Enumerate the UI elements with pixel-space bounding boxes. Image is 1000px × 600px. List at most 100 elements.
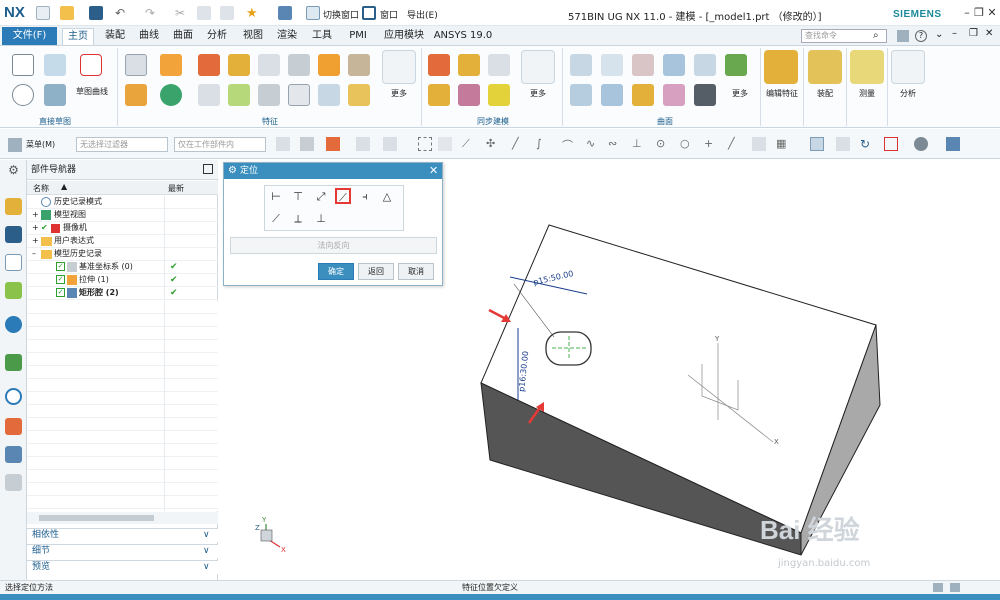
dependencies-panel[interactable]: 相依性 ∨ — [27, 528, 218, 542]
sketch-curve-label[interactable]: 草图曲线 — [72, 86, 112, 97]
restore-icon[interactable]: ❐ — [972, 6, 986, 20]
select-all-icon[interactable] — [300, 137, 314, 151]
save-icon[interactable] — [89, 6, 103, 20]
draft-icon[interactable] — [318, 84, 340, 106]
tab-curve[interactable]: 曲线 — [134, 28, 164, 45]
open-folder-icon[interactable] — [60, 6, 74, 20]
analysis-label[interactable]: 分析 — [891, 88, 925, 99]
window-label[interactable]: 窗口 — [380, 8, 398, 21]
tab-home[interactable]: 主页 — [62, 28, 94, 45]
column-name[interactable]: 名称 — [33, 183, 49, 194]
extrude-sketch-icon[interactable] — [44, 84, 66, 106]
tree-row[interactable]: 历史记录模式 — [27, 196, 218, 209]
pocket-icon[interactable] — [258, 54, 280, 76]
chevron-down-icon[interactable]: ∨ — [203, 529, 210, 542]
cut-icon[interactable]: ✂ — [175, 6, 189, 20]
assembly-label[interactable]: 装配 — [808, 88, 842, 99]
details-panel[interactable]: 细节 ∨ — [27, 544, 218, 558]
render-style-icon[interactable] — [914, 137, 928, 151]
resize-blend-icon[interactable] — [488, 84, 510, 106]
constraint-navigator-icon[interactable] — [5, 226, 22, 243]
doc-min-icon[interactable]: – — [952, 28, 957, 39]
role-icon[interactable] — [5, 474, 22, 491]
preview-panel[interactable]: 预览 ∨ — [27, 560, 218, 574]
through-curves-icon[interactable] — [601, 54, 623, 76]
process-studio-icon[interactable] — [5, 418, 22, 435]
tangent-snap-icon[interactable]: ⊥ — [632, 137, 646, 151]
help-icon[interactable]: ? — [915, 30, 927, 42]
copy-icon[interactable] — [197, 6, 211, 20]
sketch-icon[interactable] — [12, 54, 34, 76]
collapse-minus-icon[interactable]: – — [32, 248, 36, 260]
chevron-down-icon[interactable]: ∨ — [203, 561, 210, 574]
part-select-icon[interactable] — [438, 137, 452, 151]
expand-plus-icon[interactable]: + — [32, 222, 39, 234]
ok-button[interactable]: 确定 — [318, 263, 354, 280]
line-onto-line-icon[interactable]: ⊥ — [313, 211, 329, 227]
box-select-icon[interactable] — [383, 137, 397, 151]
cancel-button[interactable]: 取消 — [398, 263, 434, 280]
quadrant-snap-icon[interactable]: ○ — [680, 137, 694, 151]
chamfer-icon[interactable] — [228, 84, 250, 106]
web-browser-icon[interactable] — [5, 354, 22, 371]
part-navigator-icon[interactable] — [5, 254, 22, 271]
toggle-icon[interactable] — [897, 30, 909, 42]
thread-icon[interactable] — [348, 84, 370, 106]
tab-surface[interactable]: 曲面 — [168, 28, 198, 45]
more-feature-button[interactable] — [382, 50, 416, 84]
new-file-icon[interactable] — [36, 6, 50, 20]
search-icon[interactable]: ⌕ — [873, 30, 879, 41]
move-face-icon[interactable] — [428, 54, 450, 76]
datum-plane-icon[interactable] — [125, 54, 147, 76]
column-latest[interactable]: 最新 — [168, 183, 184, 194]
reuse-library-icon[interactable] — [5, 282, 22, 299]
vertical-icon[interactable]: ⊤ — [290, 189, 306, 205]
pattern-icon[interactable] — [318, 54, 340, 76]
back-button[interactable]: 返回 — [358, 263, 394, 280]
tab-ansys[interactable]: ANSYS 19.0 — [433, 28, 493, 45]
more-surface-label[interactable]: 更多 — [725, 88, 755, 99]
tree-row[interactable]: + ✔ 摄像机 — [27, 222, 218, 235]
studio-surface-icon[interactable] — [694, 54, 716, 76]
switch-window-label[interactable]: 切换窗口 — [323, 8, 359, 21]
four-point-surface-icon[interactable] — [570, 54, 592, 76]
parallel-at-distance-icon[interactable]: ⫞ — [357, 189, 373, 205]
more-feature-label[interactable]: 更多 — [382, 88, 416, 99]
trim-sheet-icon[interactable] — [601, 84, 623, 106]
delete-face-icon[interactable] — [458, 84, 480, 106]
star-icon[interactable]: ★ — [246, 6, 260, 21]
more-sync-label[interactable]: 更多 — [521, 88, 555, 99]
extrude-icon[interactable] — [160, 54, 182, 76]
parallel-icon[interactable]: ⤢ — [313, 189, 329, 205]
filter-icon[interactable] — [276, 137, 290, 151]
zoom-icon[interactable] — [836, 137, 850, 151]
measure-label[interactable]: 测量 — [850, 88, 884, 99]
analysis-icon[interactable] — [891, 50, 925, 84]
checkbox-icon[interactable]: ✓ — [56, 288, 65, 297]
rect-select-icon[interactable] — [418, 137, 432, 151]
circle-icon[interactable] — [12, 84, 34, 106]
face-snap-icon[interactable] — [752, 137, 766, 151]
window-icon[interactable] — [362, 6, 376, 20]
replace-face-icon[interactable] — [428, 84, 450, 106]
point-snap-icon[interactable] — [356, 137, 370, 151]
sort-icon[interactable]: ▲ — [61, 182, 67, 191]
tree-row[interactable]: – 模型历史记录 — [27, 248, 218, 261]
tree-row[interactable]: + 模型视图 — [27, 209, 218, 222]
manufacturing-wizard-icon[interactable] — [5, 446, 22, 463]
curve-snap-icon[interactable]: ∫ — [536, 137, 550, 151]
tree-row[interactable]: ✓ 矩形腔 (2) ✔ — [27, 287, 218, 300]
dialog-close-icon[interactable]: ✕ — [429, 164, 438, 177]
expand-plus-icon[interactable]: + — [32, 235, 39, 247]
undo-icon[interactable]: ↶ — [115, 6, 129, 20]
doc-close-icon[interactable]: ✕ — [985, 28, 993, 39]
menu-icon[interactable] — [8, 138, 22, 152]
expand-icon[interactable]: ⌄ — [935, 29, 943, 40]
pad-icon[interactable] — [288, 54, 310, 76]
chevron-down-icon[interactable]: ∨ — [203, 545, 210, 558]
measure-icon[interactable] — [850, 50, 884, 84]
thicken-icon[interactable] — [694, 84, 716, 106]
angular-icon[interactable]: △ — [379, 189, 395, 205]
paste-icon[interactable] — [220, 6, 234, 20]
trim-body-icon[interactable] — [288, 84, 310, 106]
